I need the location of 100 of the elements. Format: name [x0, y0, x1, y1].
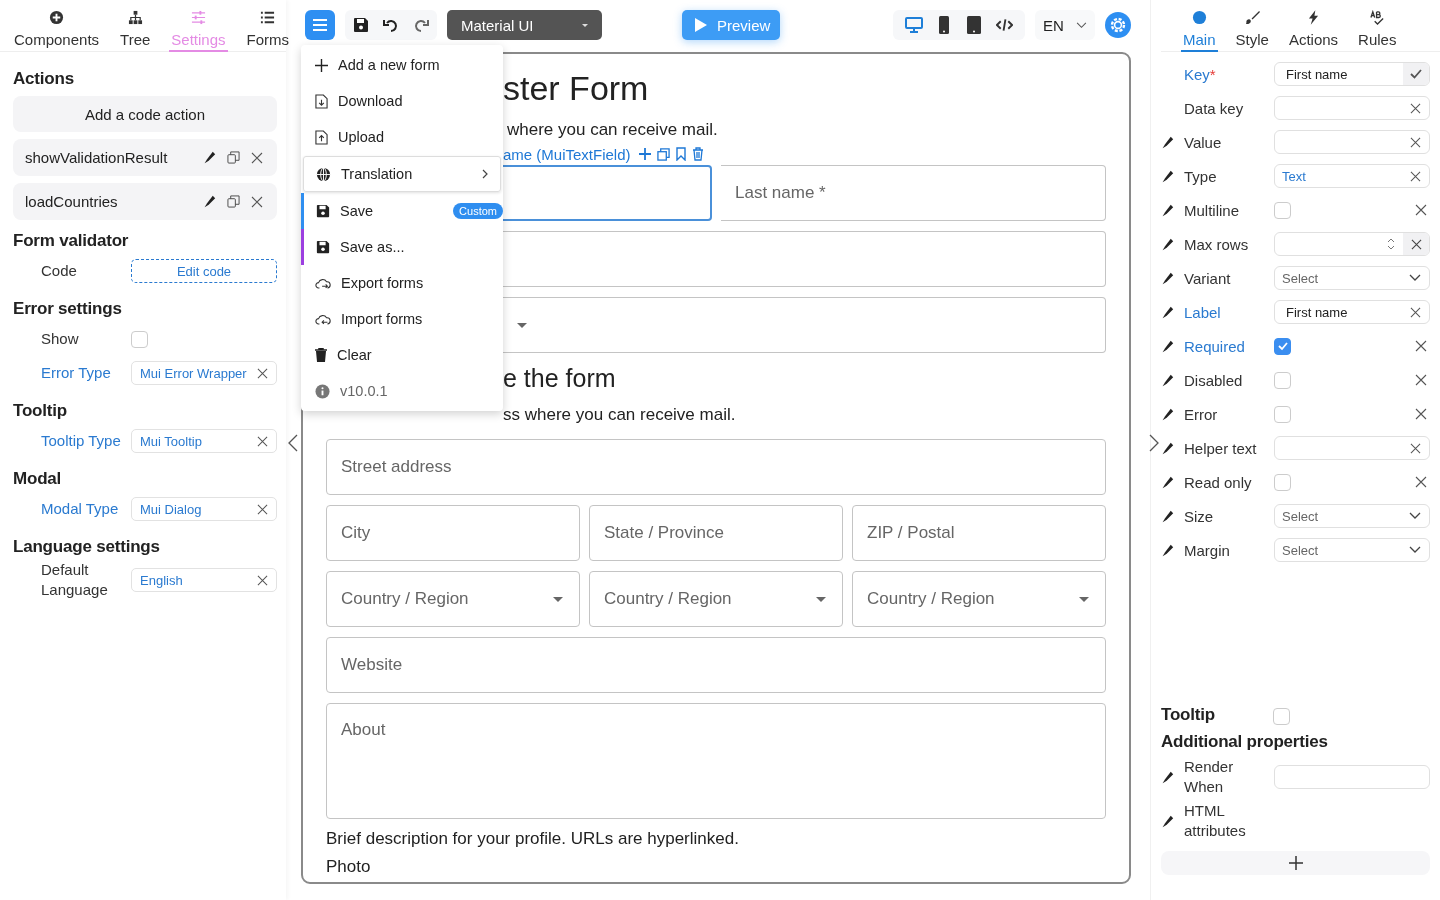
select-field[interactable]: Mui Tooltip [131, 429, 277, 453]
settings-icon[interactable] [1105, 12, 1131, 38]
input-field[interactable] [503, 231, 1106, 287]
close-icon[interactable] [1410, 306, 1421, 318]
redo-icon[interactable] [413, 17, 429, 33]
menu-item[interactable]: Download [301, 83, 503, 119]
input-field[interactable] [503, 165, 712, 221]
select-field[interactable]: English [131, 568, 277, 592]
close-icon[interactable] [1410, 136, 1421, 148]
panel-tab[interactable]: Main [1181, 10, 1218, 52]
copy-icon[interactable] [227, 195, 240, 208]
copy-icon[interactable] [656, 147, 670, 161]
undo-icon[interactable] [383, 17, 399, 33]
chevron-down-icon[interactable] [1409, 512, 1421, 520]
text-area[interactable]: About [326, 703, 1106, 819]
input-field[interactable]: City [326, 505, 580, 561]
menu-item[interactable]: Import forms [301, 301, 503, 337]
input-field[interactable]: First name [1274, 62, 1430, 86]
pen-icon[interactable] [1161, 339, 1174, 353]
pen-icon[interactable] [203, 195, 216, 208]
panel-tab[interactable]: Components [12, 10, 102, 52]
plus-icon[interactable] [638, 148, 651, 160]
checkbox[interactable] [1274, 337, 1291, 355]
pen-icon[interactable] [1161, 203, 1174, 217]
close-icon[interactable] [1410, 170, 1421, 182]
pen-icon[interactable] [1161, 543, 1174, 557]
confirm-button[interactable] [1403, 63, 1429, 85]
select-field[interactable] [503, 297, 1106, 353]
select-field[interactable]: Country / Region [852, 571, 1106, 627]
input-field[interactable]: State / Province [589, 505, 843, 561]
close-icon[interactable] [1410, 442, 1421, 454]
chevron-down-icon[interactable] [1409, 274, 1421, 282]
action-item[interactable]: showValidationResult [13, 139, 277, 176]
checkbox[interactable] [1273, 707, 1290, 725]
pen-icon[interactable] [1161, 814, 1174, 828]
menu-item[interactable]: Clear [301, 337, 503, 373]
pen-icon[interactable] [1161, 441, 1174, 455]
action-item[interactable]: loadCountries [13, 183, 277, 220]
close-icon[interactable] [257, 367, 268, 379]
add-action-button[interactable]: Add a code action [13, 96, 277, 132]
close-icon[interactable] [251, 195, 263, 208]
input-field[interactable]: Street address [326, 439, 1106, 495]
panel-tab[interactable]: Rules [1356, 10, 1399, 52]
select-field[interactable]: Mui Dialog [131, 497, 277, 521]
checkbox[interactable] [1274, 405, 1291, 423]
input-field[interactable]: Last name * [721, 165, 1106, 221]
close-icon[interactable] [1415, 408, 1427, 420]
pen-icon[interactable] [1161, 135, 1174, 149]
input-field[interactable]: Website [326, 637, 1106, 693]
clear-button[interactable] [1403, 233, 1429, 255]
select-field[interactable]: Country / Region [326, 571, 580, 627]
edit-code-button[interactable]: Edit code [131, 259, 277, 283]
trash-icon[interactable] [691, 147, 704, 161]
menu-item[interactable]: Add a new form [301, 47, 503, 83]
menu-item[interactable]: Save Custom [301, 193, 503, 229]
save-icon[interactable] [353, 17, 369, 33]
menu-item[interactable]: Export forms [301, 265, 503, 301]
pen-icon[interactable] [1161, 509, 1174, 523]
chevron-left-icon[interactable] [288, 434, 298, 452]
close-icon[interactable] [257, 435, 268, 447]
checkbox[interactable] [1274, 371, 1291, 389]
close-icon[interactable] [257, 503, 268, 515]
pen-icon[interactable] [1161, 373, 1174, 387]
checkbox[interactable] [1274, 473, 1291, 491]
close-icon[interactable] [1410, 102, 1421, 114]
pen-icon[interactable] [203, 151, 216, 164]
menu-item[interactable]: Translation [303, 156, 501, 192]
pen-icon[interactable] [1161, 237, 1174, 251]
close-icon[interactable] [1415, 204, 1427, 216]
chevron-down-icon[interactable] [1409, 546, 1421, 554]
chevron-right-icon[interactable] [1149, 434, 1159, 452]
close-icon[interactable] [1415, 476, 1427, 488]
panel-tab[interactable]: Tree [118, 10, 153, 52]
select-field[interactable]: Select [1274, 504, 1430, 528]
pen-icon[interactable] [1161, 475, 1174, 489]
select-field[interactable]: Mui Error Wrapper [131, 361, 277, 385]
menu-item[interactable]: Save as... [301, 229, 503, 265]
menu-button[interactable] [305, 10, 335, 40]
pen-icon[interactable] [1161, 169, 1174, 183]
select-field[interactable]: Country / Region [589, 571, 843, 627]
version-item[interactable]: v10.0.1 [301, 373, 503, 409]
language-dropdown[interactable]: EN [1035, 10, 1095, 40]
pen-icon[interactable] [1161, 407, 1174, 421]
checkbox[interactable] [1274, 201, 1291, 219]
panel-tab[interactable]: Style [1233, 10, 1271, 52]
bookmark-icon[interactable] [675, 147, 686, 161]
form-type-dropdown[interactable]: Material UI [447, 10, 602, 40]
select-field[interactable]: Select [1274, 266, 1430, 290]
close-icon[interactable] [251, 151, 263, 164]
number-field[interactable] [1274, 232, 1430, 256]
input-field[interactable]: First name [1274, 300, 1430, 324]
close-icon[interactable] [257, 574, 268, 586]
menu-item[interactable]: Upload [301, 119, 503, 155]
close-icon[interactable] [1415, 340, 1427, 352]
pen-icon[interactable] [1161, 305, 1174, 319]
checkbox[interactable] [131, 330, 148, 348]
close-icon[interactable] [1415, 374, 1427, 386]
pen-icon[interactable] [1161, 770, 1174, 784]
copy-icon[interactable] [227, 151, 240, 164]
spinner-icon[interactable] [1387, 237, 1395, 251]
